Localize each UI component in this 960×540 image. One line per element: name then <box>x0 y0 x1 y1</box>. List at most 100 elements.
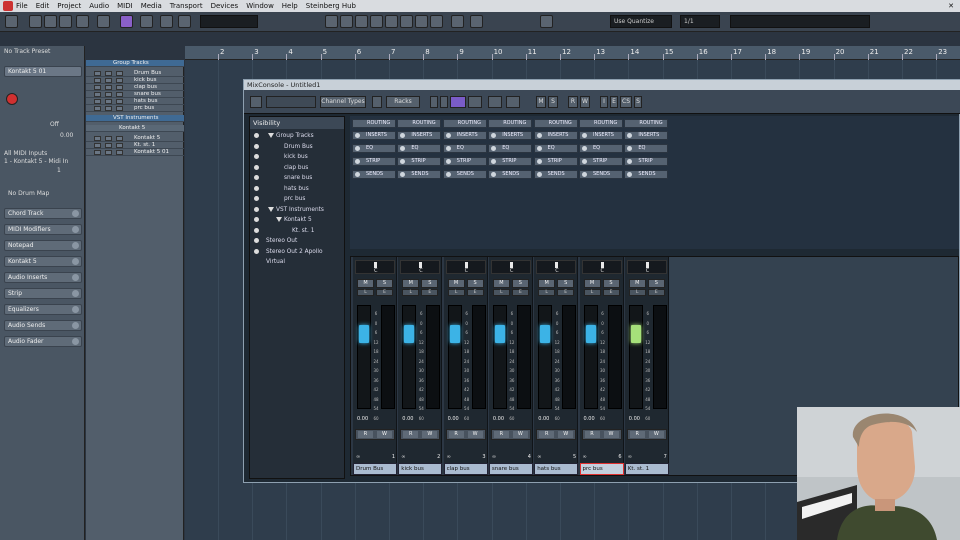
menu-item-steinberg-hub[interactable]: Steinberg Hub <box>306 2 356 10</box>
previous-marker-icon[interactable] <box>430 96 438 108</box>
rack-inserts-button[interactable]: INSERTS <box>442 131 487 140</box>
rack-sends-button[interactable]: SENDS <box>533 170 578 179</box>
track-control-icon[interactable] <box>94 85 101 90</box>
edit-channel-button[interactable]: E <box>647 289 665 296</box>
track-control-icon[interactable] <box>94 150 101 155</box>
rack-power-icon[interactable] <box>445 159 451 164</box>
link-i-button[interactable]: I <box>600 96 608 108</box>
rack-power-icon[interactable] <box>355 159 360 164</box>
track-control-icon[interactable] <box>94 78 101 83</box>
rack-sends-button[interactable]: SENDS <box>624 170 669 179</box>
edit-channel-button[interactable]: E <box>421 289 439 296</box>
track-control-icon[interactable] <box>94 106 101 111</box>
visibility-toggle-icon[interactable] <box>254 238 259 243</box>
mute-button[interactable]: M <box>628 279 646 288</box>
track-control-icon[interactable] <box>116 99 123 104</box>
volume-fader[interactable] <box>538 305 553 409</box>
link-e-button[interactable]: E <box>610 96 618 108</box>
track-control-icon[interactable] <box>105 78 112 83</box>
rack-strip-button[interactable]: STRIP <box>533 157 578 166</box>
visibility-toggle-icon[interactable] <box>254 217 259 222</box>
track-row[interactable]: Kontakt 5 01 <box>86 149 184 156</box>
rack-power-icon[interactable] <box>355 146 360 151</box>
mute-button[interactable]: M <box>447 279 465 288</box>
stereo-link-icon[interactable]: ∞ <box>492 454 496 460</box>
edit-channel-button[interactable]: E <box>466 289 484 296</box>
rack-power-icon[interactable] <box>491 133 497 138</box>
quantize-mode-select[interactable]: Use Quantize <box>610 15 672 28</box>
fader-handle[interactable] <box>359 325 369 343</box>
track-control-icon[interactable] <box>116 85 123 90</box>
track-row[interactable]: Drum Bus <box>86 70 184 77</box>
read-automation-button[interactable]: R <box>448 431 464 438</box>
rack-strip-button[interactable]: STRIP <box>442 157 487 166</box>
racks-button[interactable]: Racks <box>386 96 420 108</box>
volume-value[interactable]: 0.00 <box>357 416 368 422</box>
rack-routing-button[interactable]: ROUTING <box>352 119 396 128</box>
track-control-icon[interactable] <box>105 150 112 155</box>
fader-handle[interactable] <box>585 325 596 343</box>
rack-power-icon[interactable] <box>582 159 587 164</box>
mix-stop-button[interactable] <box>468 96 482 108</box>
visibility-item[interactable]: VST Instruments <box>254 205 342 215</box>
rack-strip-button[interactable]: STRIP <box>488 157 533 166</box>
mixconsole-history-buttons[interactable] <box>266 96 316 108</box>
edit-channel-button[interactable]: E <box>511 289 529 296</box>
volume-fader[interactable] <box>583 305 598 409</box>
volume-fader[interactable] <box>628 305 643 409</box>
channel-name[interactable]: clap bus <box>443 463 488 475</box>
mute-all-button[interactable]: M <box>536 96 546 108</box>
read-all-button[interactable]: R <box>568 96 578 108</box>
rack-power-icon[interactable] <box>491 159 497 164</box>
pan-control[interactable]: C <box>490 260 531 274</box>
mute-tool-icon[interactable] <box>415 15 428 28</box>
listen-button[interactable]: L <box>447 289 465 296</box>
visibility-item[interactable]: prc bus <box>254 194 342 204</box>
track-control-icon[interactable] <box>105 85 112 90</box>
write-automation-button[interactable]: W <box>558 431 574 438</box>
visibility-item[interactable]: Kontakt 5 <box>254 215 342 225</box>
rack-eq-button[interactable]: EQ <box>442 144 487 153</box>
stereo-link-icon[interactable]: ∞ <box>447 454 451 460</box>
stereo-link-icon[interactable]: ∞ <box>583 454 587 460</box>
visibility-toggle-icon[interactable] <box>254 133 259 138</box>
menu-item-project[interactable]: Project <box>57 2 81 10</box>
section-toggle-icon[interactable] <box>72 210 79 217</box>
activate-project-button[interactable] <box>5 15 18 28</box>
visibility-toggle-icon[interactable] <box>254 196 259 201</box>
mute-button[interactable]: M <box>357 279 374 288</box>
track-control-icon[interactable] <box>105 99 112 104</box>
link-s-button[interactable]: S <box>634 96 642 108</box>
track-control-icon[interactable] <box>116 136 123 141</box>
pan-control[interactable]: C <box>355 260 395 274</box>
read-automation-button[interactable]: R <box>629 431 645 438</box>
track-row[interactable]: snare bus <box>86 91 184 98</box>
inspector-section-equalizers[interactable]: Equalizers <box>4 304 82 315</box>
visibility-toggle-icon[interactable] <box>254 227 259 233</box>
rack-strip-button[interactable]: STRIP <box>624 157 669 166</box>
rack-eq-button[interactable]: EQ <box>579 144 623 153</box>
next-marker-icon[interactable] <box>440 96 448 108</box>
pan-control[interactable]: C <box>445 260 486 274</box>
mix-play-button[interactable] <box>488 96 502 108</box>
track-row[interactable]: hats bus <box>86 98 184 105</box>
rack-power-icon[interactable] <box>491 146 497 151</box>
write-automation-button[interactable]: W <box>422 431 438 438</box>
fader-handle[interactable] <box>630 325 641 343</box>
racks-menu-icon[interactable] <box>372 96 382 108</box>
visibility-item[interactable]: hats bus <box>254 184 342 194</box>
autoscroll-button[interactable] <box>76 15 89 28</box>
volume-value[interactable]: 0.00 <box>402 416 413 422</box>
rack-inserts-button[interactable]: INSERTS <box>397 131 442 140</box>
visibility-item[interactable]: Drum Bus <box>254 142 342 152</box>
write-automation-button[interactable]: W <box>467 431 483 438</box>
track-row[interactable]: Group Tracks <box>86 60 184 67</box>
menu-item-media[interactable]: Media <box>141 2 162 10</box>
track-control-icon[interactable] <box>105 143 112 148</box>
visibility-item[interactable]: Stereo Out <box>254 236 342 246</box>
track-control-icon[interactable] <box>105 106 112 111</box>
stereo-link-icon[interactable]: ∞ <box>537 454 541 460</box>
inspector-section-kontakt-5[interactable]: Kontakt 5 <box>4 256 82 267</box>
rack-power-icon[interactable] <box>445 146 451 151</box>
solo-button[interactable]: S <box>466 279 484 288</box>
